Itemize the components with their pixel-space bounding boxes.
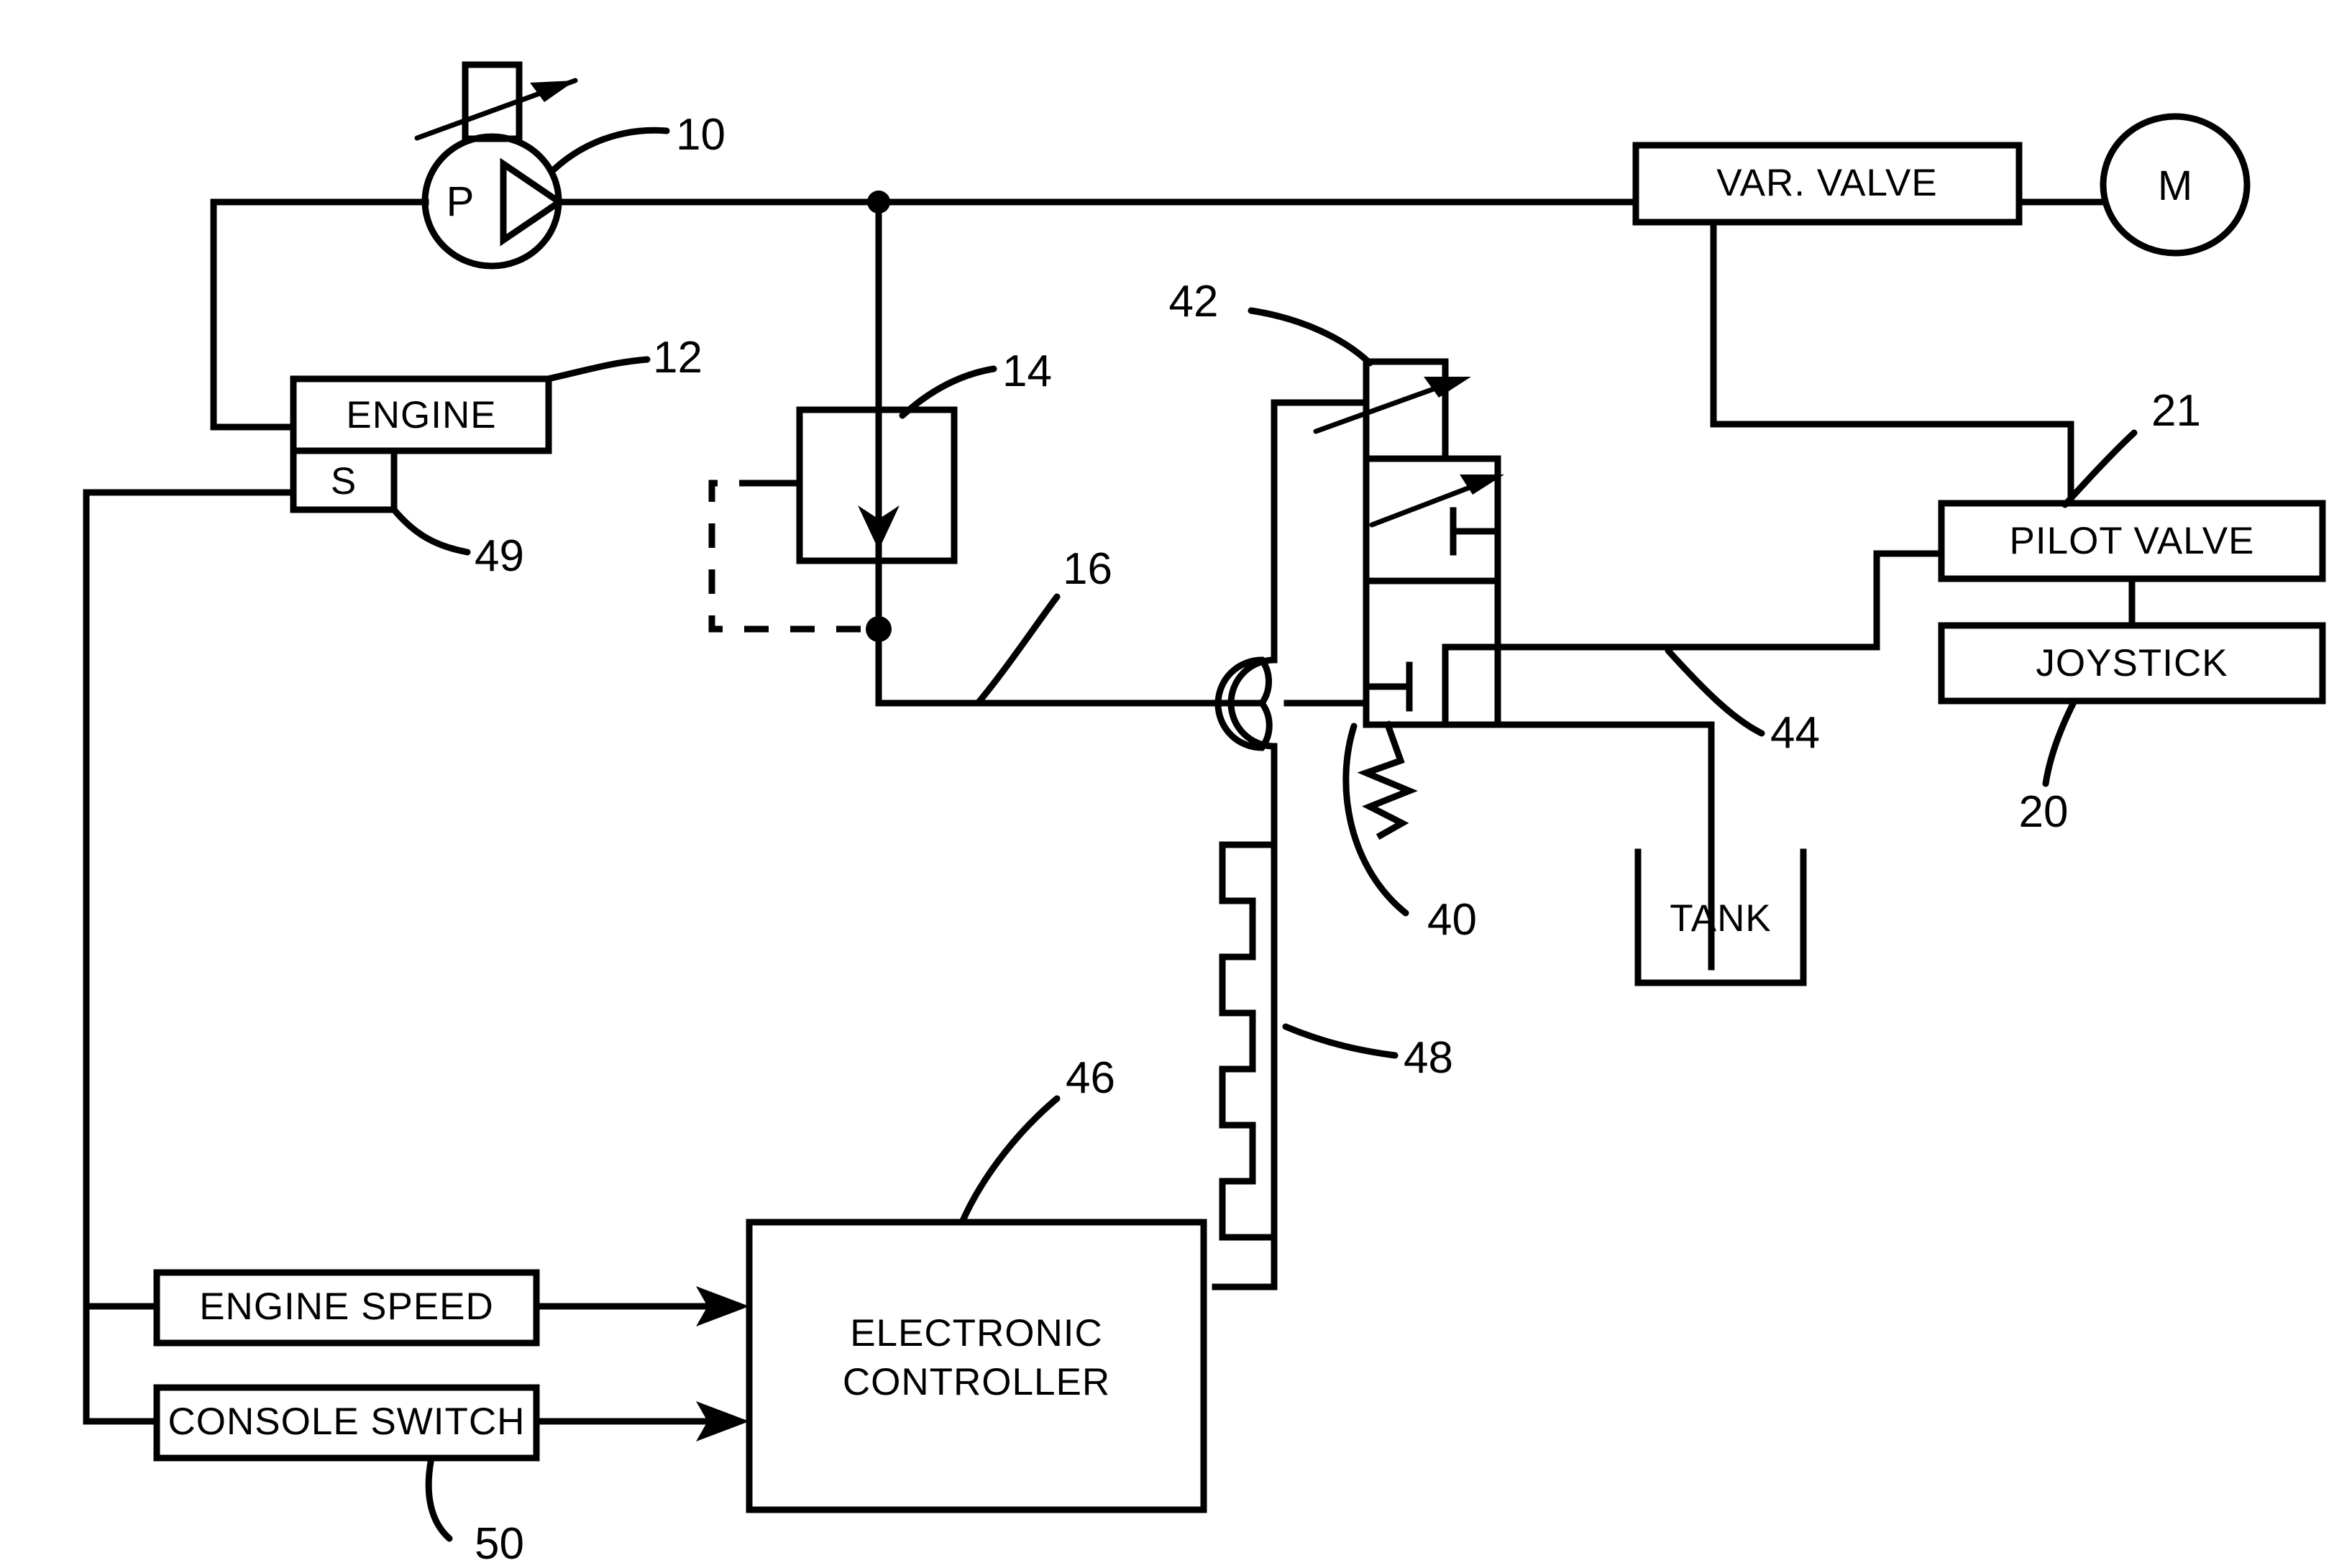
pilot-valve-label: PILOT VALVE bbox=[2010, 520, 2255, 562]
callout-16: 16 bbox=[1063, 544, 1112, 594]
callout-leader-49 bbox=[390, 506, 471, 556]
controller-block: ELECTRONIC CONTROLLER bbox=[746, 1219, 1207, 1513]
engine-block: ENGINE bbox=[290, 375, 552, 454]
pilot-valve-block: PILOT VALVE bbox=[1938, 500, 2326, 582]
controller-label-line2: CONTROLLER bbox=[843, 1361, 1110, 1403]
callout-21: 21 bbox=[2151, 386, 2201, 436]
pump-circle bbox=[421, 133, 562, 270]
callout-49: 49 bbox=[475, 531, 524, 581]
callout-leader-46 bbox=[958, 1095, 1061, 1226]
callout-50: 50 bbox=[475, 1519, 524, 1568]
pump-label: P bbox=[447, 178, 475, 225]
callout-20: 20 bbox=[2019, 787, 2069, 837]
solenoid-coil-icon bbox=[1219, 841, 1256, 1241]
console-switch-label: CONSOLE SWITCH bbox=[168, 1400, 526, 1443]
callout-leader-20 bbox=[2042, 697, 2078, 787]
callout-42: 42 bbox=[1169, 277, 1219, 326]
callout-14: 14 bbox=[1002, 347, 1052, 396]
callout-10: 10 bbox=[676, 110, 726, 160]
schematic-drawing: P 10 ENGINE 12 S 49 14 16 42 40 48 TANK … bbox=[83, 61, 2326, 1568]
control-valve-b-port-loop bbox=[1442, 643, 1501, 728]
callout-leader-42 bbox=[1248, 307, 1373, 367]
callout-leader-44 bbox=[1665, 647, 1765, 737]
control-valve-position-b bbox=[1363, 577, 1501, 728]
pump-variable-arrowhead-icon bbox=[530, 81, 575, 102]
callout-leader-50 bbox=[425, 1454, 453, 1542]
motor-symbol: M bbox=[2100, 113, 2251, 257]
engine-speed-label: ENGINE SPEED bbox=[199, 1285, 494, 1328]
callout-48: 48 bbox=[1404, 1033, 1453, 1083]
pilot-line-44 bbox=[1494, 550, 1945, 651]
var-valve-control-line bbox=[1710, 219, 2074, 507]
relief-valve-block bbox=[760, 406, 958, 564]
control-valve-spring-icon bbox=[1357, 720, 1418, 840]
speed-sensor-block: S bbox=[290, 447, 398, 513]
solenoid-block bbox=[1212, 743, 1278, 1290]
callout-44: 44 bbox=[1770, 708, 1820, 758]
callout-leader-12 bbox=[544, 356, 651, 382]
callout-40: 40 bbox=[1427, 895, 1477, 945]
tank-label: TANK bbox=[1670, 897, 1771, 940]
relief-valve-pilot-dashed-line bbox=[708, 480, 863, 633]
callout-leader-21 bbox=[2061, 429, 2138, 508]
junction-dot-pilot bbox=[866, 616, 892, 642]
callout-12: 12 bbox=[653, 333, 703, 382]
speed-sensor-label: S bbox=[331, 460, 357, 503]
var-valve-block: VAR. VALVE bbox=[1632, 142, 2023, 226]
var-valve-label: VAR. VALVE bbox=[1716, 162, 1938, 204]
sensor-signal-rail bbox=[83, 489, 297, 1310]
controller-label-line1: ELECTRONIC bbox=[850, 1312, 1103, 1354]
callout-leader-16 bbox=[974, 593, 1061, 707]
motor-label: M bbox=[2158, 162, 2192, 209]
callout-leader-48 bbox=[1282, 1023, 1399, 1059]
engine-speed-input-block: ENGINE SPEED bbox=[153, 1269, 540, 1347]
control-valve-left-leg bbox=[1271, 399, 1370, 664]
figure-canvas: P 10 ENGINE 12 S 49 14 16 42 40 48 TANK … bbox=[0, 0, 2334, 1568]
callout-46: 46 bbox=[1066, 1053, 1115, 1103]
console-switch-input-block: CONSOLE SWITCH bbox=[153, 1384, 540, 1462]
pump-symbol: P bbox=[414, 61, 578, 270]
joystick-block: JOYSTICK bbox=[1938, 622, 2326, 705]
tank-symbol: TANK bbox=[1634, 848, 1807, 986]
callout-leader-10 bbox=[550, 127, 670, 173]
joystick-label: JOYSTICK bbox=[2036, 642, 2228, 684]
engine-label: ENGINE bbox=[346, 394, 496, 436]
control-valve-assembly bbox=[1271, 358, 1504, 840]
